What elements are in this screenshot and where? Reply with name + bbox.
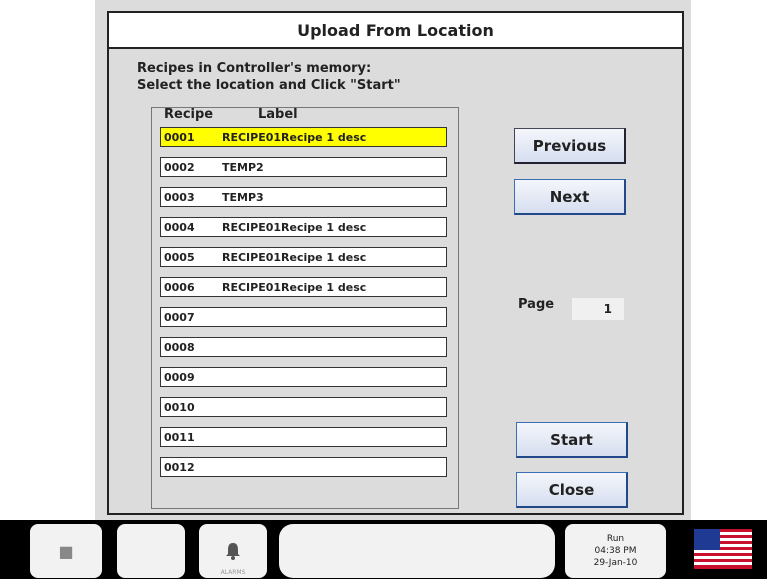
recipe-row-0009[interactable]: 0009 — [160, 367, 447, 387]
recipe-label: RECIPE01Recipe 1 desc — [222, 220, 367, 234]
recipe-row-0011[interactable]: 0011 — [160, 427, 447, 447]
start-button[interactable]: Start — [516, 422, 628, 458]
recipe-row-0007[interactable]: 0007 — [160, 307, 447, 327]
recipe-number: 0007 — [164, 310, 195, 324]
instructions: Recipes in Controller's memory: Select t… — [137, 60, 401, 94]
clock-date: 29-Jan-10 — [593, 558, 638, 568]
home-icon: ■ — [58, 541, 74, 561]
recipe-row-0003[interactable]: 0003 TEMP3 — [160, 187, 447, 207]
status-panel: Run 04:38 PM 29-Jan-10 — [565, 524, 666, 578]
page-label: Page — [518, 297, 555, 312]
taskbar-blank-button[interactable] — [117, 524, 185, 578]
run-status: Run — [606, 534, 625, 544]
recipe-row-0005[interactable]: 0005 RECIPE01Recipe 1 desc — [160, 247, 447, 267]
us-flag-icon[interactable] — [694, 529, 752, 569]
recipe-number: 0006 — [164, 280, 195, 294]
header-recipe: Recipe — [164, 107, 214, 122]
header-label: Label — [258, 107, 298, 122]
page-number: 1 — [572, 298, 624, 320]
recipe-row-0010[interactable]: 0010 — [160, 397, 447, 417]
recipe-number: 0011 — [164, 430, 195, 444]
taskbar-home-button[interactable]: ■ — [30, 524, 102, 578]
recipe-number: 0003 — [164, 190, 195, 204]
clock-time: 04:38 PM — [594, 546, 637, 556]
recipe-number: 0004 — [164, 220, 195, 234]
recipe-row-0004[interactable]: 0004 RECIPE01Recipe 1 desc — [160, 217, 447, 237]
recipe-number: 0012 — [164, 460, 195, 474]
recipe-label: RECIPE01Recipe 1 desc — [222, 280, 367, 294]
next-button[interactable]: Next — [514, 179, 626, 215]
recipe-number: 0002 — [164, 160, 195, 174]
recipe-label: TEMP2 — [222, 160, 264, 174]
recipe-row-0002[interactable]: 0002 TEMP2 — [160, 157, 447, 177]
dialog-title: Upload From Location — [107, 11, 684, 49]
taskbar-alarms-button[interactable]: ALARMS — [199, 524, 267, 578]
recipe-number: 0008 — [164, 340, 195, 354]
close-button[interactable]: Close — [516, 472, 628, 508]
recipe-label: RECIPE01Recipe 1 desc — [222, 130, 367, 144]
recipe-row-0012[interactable]: 0012 — [160, 457, 447, 477]
recipe-number: 0001 — [164, 130, 195, 144]
instructions-line-1: Recipes in Controller's memory: — [137, 61, 372, 76]
previous-button[interactable]: Previous — [514, 128, 626, 164]
recipe-row-0001[interactable]: 0001 RECIPE01Recipe 1 desc — [160, 127, 447, 147]
alarms-label: ALARMS — [220, 569, 246, 576]
instructions-line-2: Select the location and Click "Start" — [137, 78, 401, 93]
recipe-row-0006[interactable]: 0006 RECIPE01Recipe 1 desc — [160, 277, 447, 297]
recipe-number: 0009 — [164, 370, 195, 384]
recipe-label: TEMP3 — [222, 190, 264, 204]
recipe-label: RECIPE01Recipe 1 desc — [222, 250, 367, 264]
bell-icon — [226, 543, 240, 560]
message-bar — [279, 524, 555, 578]
recipe-number: 0010 — [164, 400, 195, 414]
recipe-number: 0005 — [164, 250, 195, 264]
recipe-row-0008[interactable]: 0008 — [160, 337, 447, 357]
hmi-window: Upload From Location Recipes in Controll… — [0, 0, 767, 579]
